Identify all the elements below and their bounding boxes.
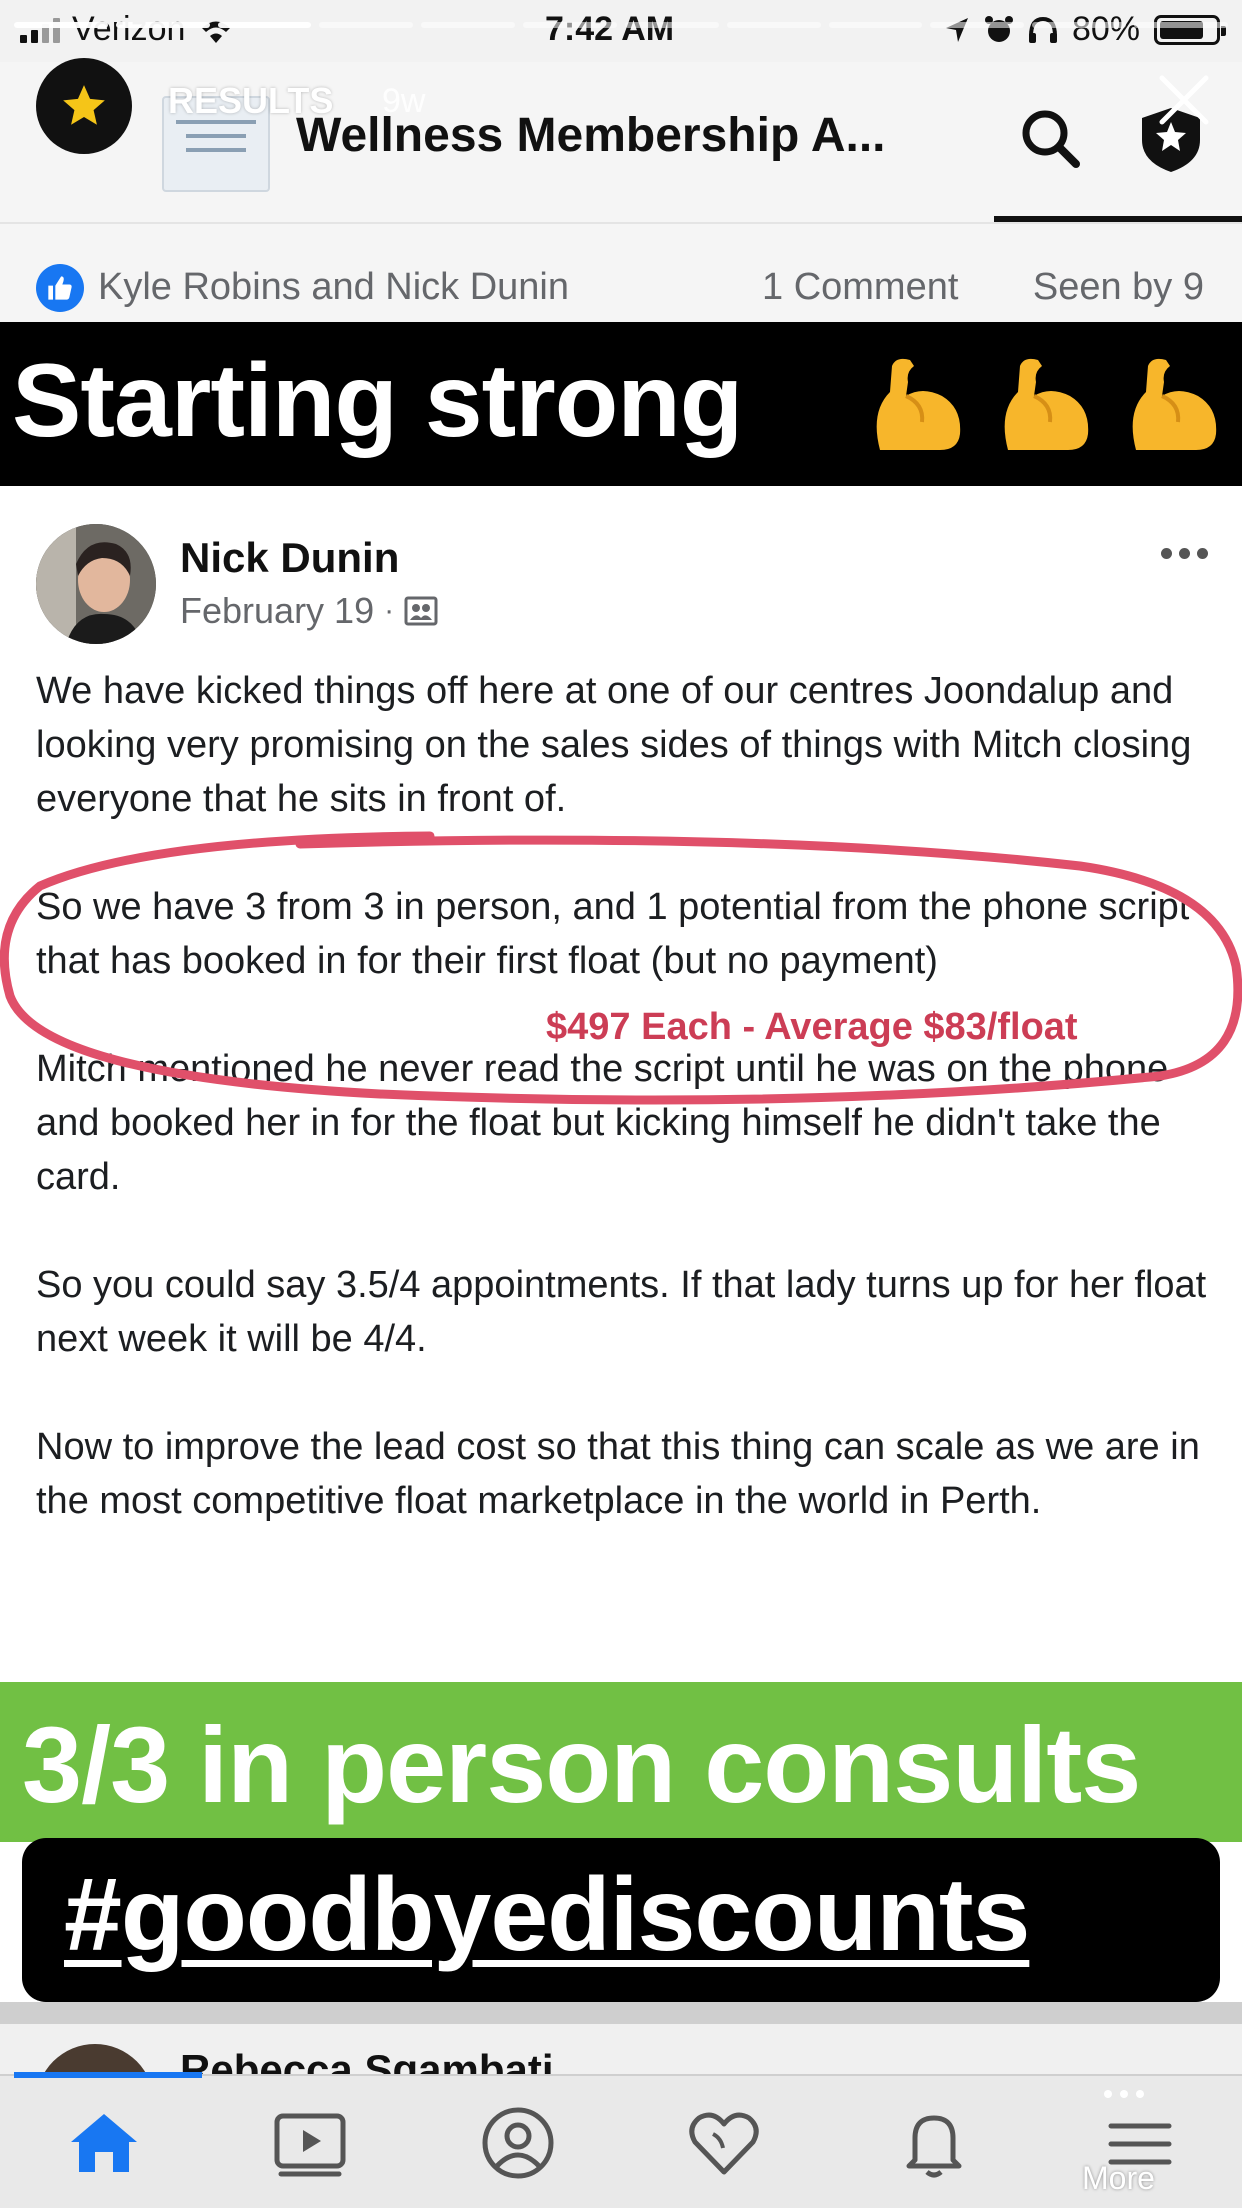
flexed-bicep-icon — [1004, 358, 1089, 450]
post-meta: February 19 · — [180, 590, 438, 632]
more-options-icon[interactable] — [1161, 548, 1208, 559]
signal-icon — [20, 17, 60, 43]
profile-icon — [482, 2107, 554, 2179]
like-icon — [36, 264, 84, 312]
story-age: 9w — [382, 82, 426, 120]
reactor-names[interactable]: Kyle Robins and Nick Dunin — [98, 266, 569, 309]
post-paragraph: Mitch mentioned he never read the script… — [36, 1048, 1169, 1198]
story-highlight-avatar[interactable] — [36, 58, 132, 154]
price-annotation: $497 Each - Average $83/float — [546, 1006, 1078, 1048]
bicep-emojis — [862, 352, 1224, 458]
author-photo — [36, 524, 156, 644]
comment-count[interactable]: 1 Comment — [762, 266, 958, 309]
video-icon — [274, 2113, 346, 2177]
star-icon — [63, 85, 105, 125]
battery-icon — [1154, 14, 1226, 45]
result-text: 3/3 in person consults — [22, 1704, 1141, 1825]
post-paragraph: So you could say 3.5/4 appointments. If … — [36, 1264, 1207, 1360]
headphones-icon — [1028, 16, 1057, 43]
story-caption-banner: Starting strong — [0, 322, 1242, 486]
post-paragraph: Now to improve the lead cost so that thi… — [36, 1426, 1200, 1522]
hashtag-sticker[interactable]: #goodbyediscounts — [22, 1838, 1220, 2002]
flexed-bicep-icon — [1132, 358, 1217, 450]
search-icon[interactable] — [1018, 106, 1082, 170]
tab-home[interactable] — [4, 2072, 204, 2208]
more-label[interactable]: More — [1082, 2160, 1155, 2197]
next-author-avatar[interactable] — [36, 2044, 154, 2074]
next-author-name[interactable]: Rebecca Sgambati — [180, 2046, 554, 2074]
post-divider — [0, 2002, 1242, 2024]
tab-dating[interactable] — [624, 2076, 824, 2208]
meta-separator: · — [384, 594, 395, 627]
carrier-info: Verizon — [20, 10, 235, 49]
group-audience-icon — [404, 596, 438, 626]
story-more-icon[interactable] — [1104, 2090, 1144, 2098]
story-progress — [14, 22, 1228, 28]
hashtag-text[interactable]: #goodbyediscounts — [64, 1856, 1030, 1975]
post-body: We have kicked things off here at one of… — [36, 664, 1216, 1528]
tab-watch[interactable] — [210, 2076, 410, 2208]
post-paragraph: So we have 3 from 3 in person, and 1 pot… — [36, 886, 1190, 982]
clock: 7:42 AM — [545, 10, 675, 48]
caption-text: Starting strong — [12, 343, 743, 459]
flexed-bicep-icon — [876, 358, 961, 450]
story-result-banner: 3/3 in person consults — [0, 1682, 1242, 1842]
tab-profile[interactable] — [418, 2076, 618, 2208]
location-icon — [945, 17, 968, 42]
carrier-name: Verizon — [72, 10, 186, 48]
author-name[interactable]: Nick Dunin — [180, 534, 399, 582]
bell-icon — [906, 2115, 962, 2178]
wifi-icon — [202, 21, 231, 43]
seen-by[interactable]: Seen by 9 — [1033, 266, 1204, 309]
status-right: 80% — [944, 10, 1226, 49]
home-icon — [71, 2114, 137, 2172]
battery-percent: 80% — [1071, 10, 1140, 48]
next-post-preview: Rebecca Sgambati — [0, 2024, 1242, 2074]
active-tab-indicator — [14, 2072, 202, 2078]
alarm-icon — [984, 15, 1013, 42]
status-bar: Verizon 7:42 AM 80% — [0, 0, 1242, 62]
reactions-row: Kyle Robins and Nick Dunin 1 Comment See… — [0, 222, 1242, 322]
close-icon[interactable] — [1156, 72, 1212, 128]
bottom-tab-bar: More — [0, 2072, 1242, 2208]
post-date[interactable]: February 19 — [180, 590, 374, 632]
tab-notifications[interactable] — [834, 2076, 1034, 2208]
post-paragraph: We have kicked things off here at one of… — [36, 670, 1192, 820]
group-post: Nick Dunin February 19 · We have kicked … — [0, 486, 1242, 1682]
author-avatar[interactable] — [36, 524, 156, 644]
story-title: RESULTS — [168, 80, 334, 121]
heart-icon — [689, 2112, 759, 2175]
